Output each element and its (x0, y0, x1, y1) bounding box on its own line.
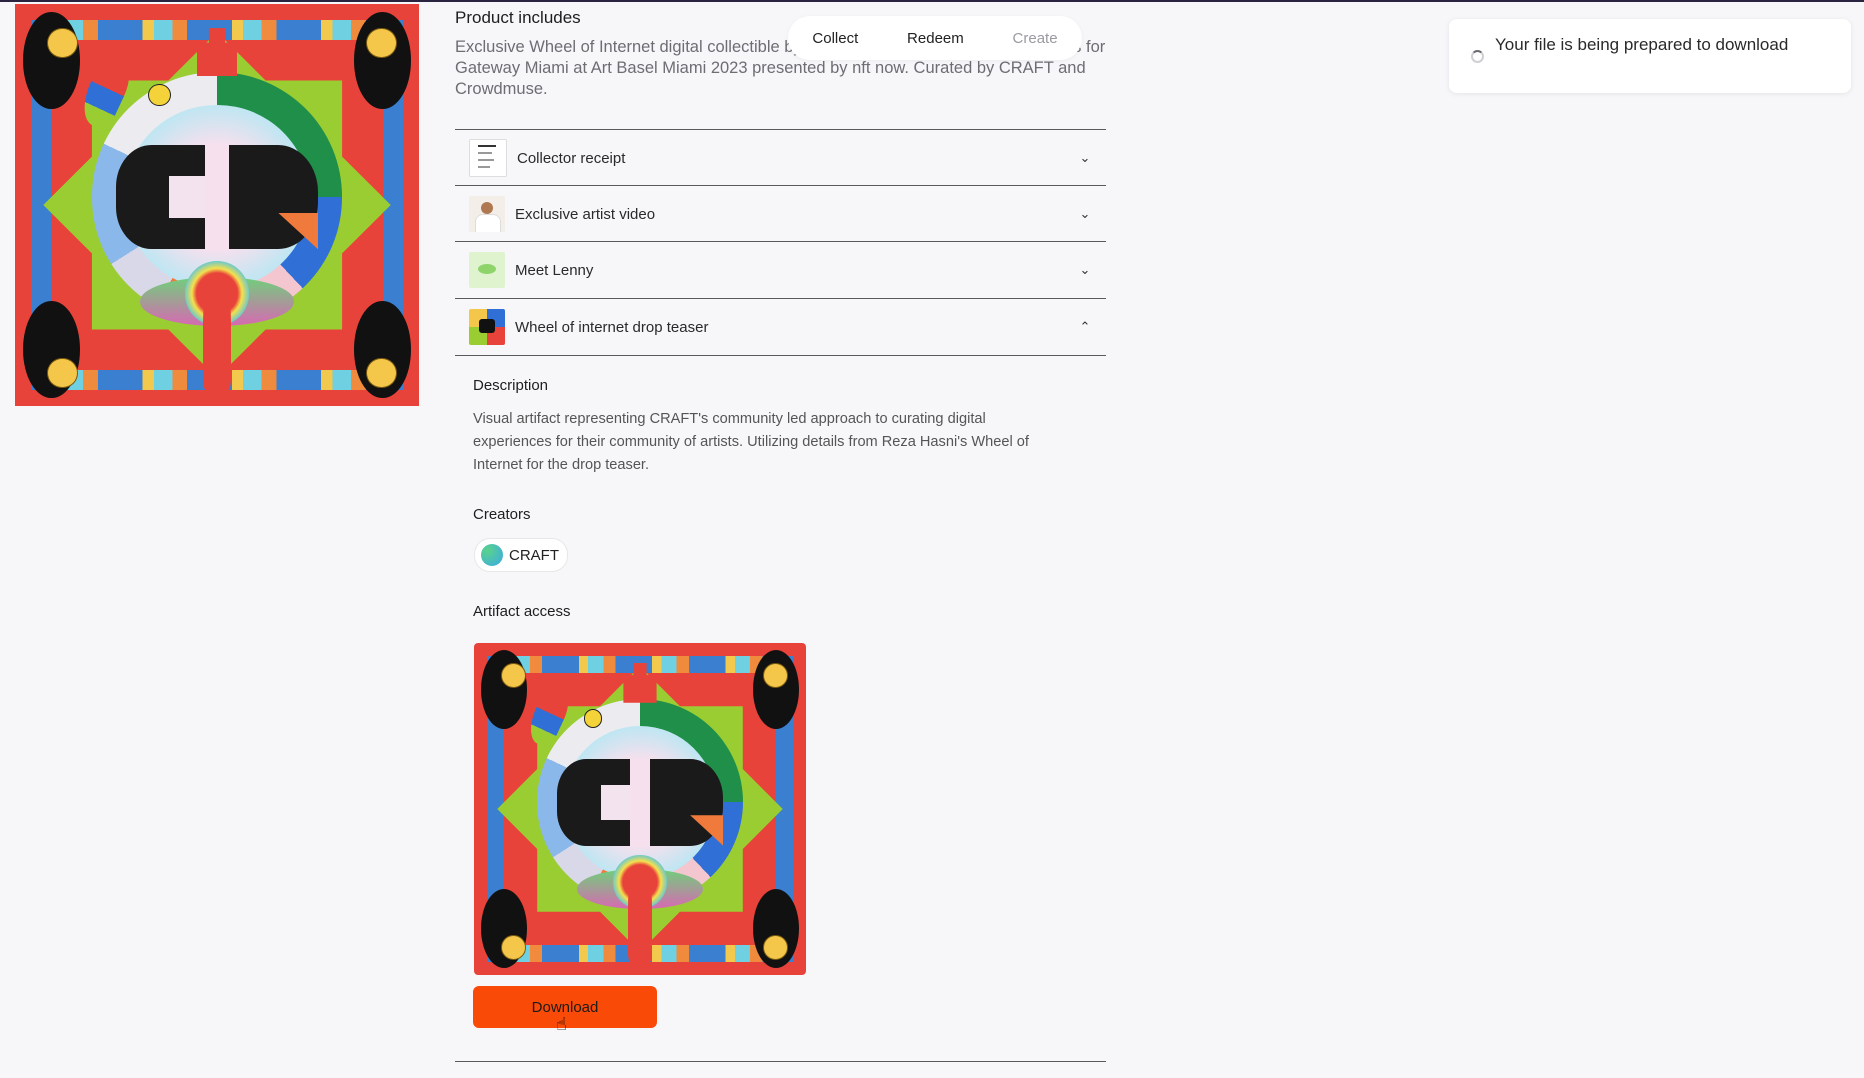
create-tab[interactable]: Create (1013, 30, 1058, 47)
creator-avatar (481, 544, 503, 566)
chevron-down-icon[interactable]: ⌄ (1070, 262, 1100, 278)
toast-message: Your file is being prepared to download (1495, 35, 1789, 54)
spinner-icon (1471, 50, 1484, 63)
description-heading: Description (473, 377, 549, 394)
action-toolbar: Collect Redeem Create (788, 16, 1082, 60)
divider (455, 1061, 1106, 1062)
creator-chip-craft[interactable]: CRAFT (474, 538, 568, 572)
artifact-preview-image (474, 643, 806, 975)
creators-heading: Creators (473, 506, 531, 523)
creator-name: CRAFT (509, 546, 559, 564)
accordion-label: Collector receipt (517, 149, 626, 167)
accordion-item-collector-receipt[interactable]: Collector receipt ⌄ (455, 129, 1106, 186)
receipt-thumbnail (469, 139, 507, 177)
chevron-up-icon[interactable]: ⌃ (1070, 319, 1100, 335)
accordion-label: Wheel of internet drop teaser (515, 318, 709, 336)
chevron-down-icon[interactable]: ⌄ (1070, 150, 1100, 166)
pointer-cursor-icon: ☝ (556, 1014, 567, 1034)
redeem-tab[interactable]: Redeem (907, 30, 964, 47)
chevron-down-icon[interactable]: ⌄ (1070, 206, 1100, 222)
collect-tab[interactable]: Collect (812, 30, 858, 47)
product-includes-title: Product includes (455, 8, 581, 27)
accordion-item-artist-video[interactable]: Exclusive artist video ⌄ (455, 185, 1106, 242)
accordion-item-wheel-teaser[interactable]: Wheel of internet drop teaser ⌃ (455, 298, 1106, 355)
accordion-item-meet-lenny[interactable]: Meet Lenny ⌄ (455, 241, 1106, 298)
lenny-thumbnail (469, 252, 505, 288)
download-toast: Your file is being prepared to download (1449, 19, 1851, 93)
artist-video-thumbnail (469, 196, 505, 232)
accordion-label: Exclusive artist video (515, 205, 656, 223)
divider (455, 355, 1106, 356)
wheel-thumbnail (469, 309, 505, 345)
top-border (0, 0, 1864, 2)
accordion-label: Meet Lenny (515, 261, 594, 279)
artwork-image (15, 4, 419, 406)
description-text: Visual artifact representing CRAFT's com… (473, 411, 1029, 473)
artifact-access-heading: Artifact access (473, 603, 571, 620)
